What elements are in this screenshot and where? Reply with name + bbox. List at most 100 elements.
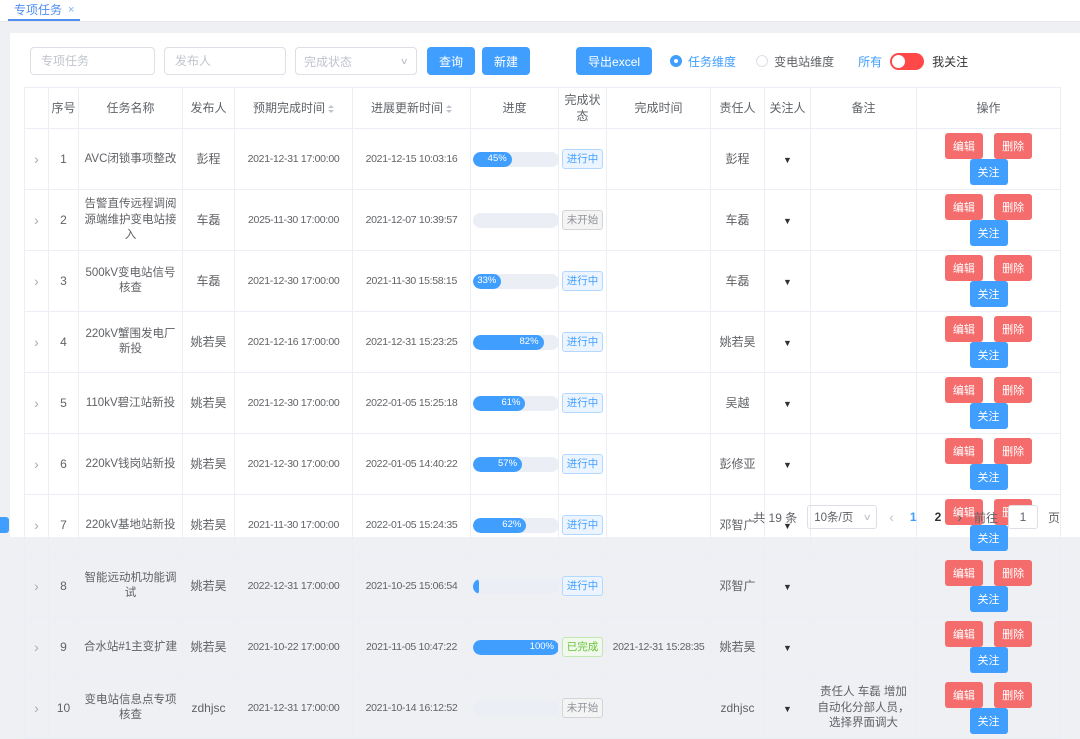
- expand-row-icon[interactable]: ›: [34, 700, 39, 716]
- follow-button[interactable]: 关注: [970, 708, 1008, 734]
- follow-button[interactable]: 关注: [970, 159, 1008, 185]
- follow-button[interactable]: 关注: [970, 342, 1008, 368]
- watchers-dropdown-caret[interactable]: ▼: [783, 277, 792, 287]
- follow-button[interactable]: 关注: [970, 647, 1008, 673]
- expand-row-icon[interactable]: ›: [34, 395, 39, 411]
- expand-row-icon[interactable]: ›: [34, 212, 39, 228]
- create-button[interactable]: 新建: [482, 47, 530, 75]
- progress-fill: 82%: [473, 335, 544, 350]
- progress-fill: 33%: [473, 274, 501, 289]
- progress-fill: 62%: [473, 518, 526, 533]
- table-row: › 5 110kV碧江站新投 姚若昊 2021-12-30 17:00:00 2…: [25, 373, 1061, 434]
- page-size-select[interactable]: 10条/页 ∨: [807, 505, 877, 529]
- delete-button[interactable]: 删除: [994, 377, 1032, 403]
- follow-button[interactable]: 关注: [970, 281, 1008, 307]
- edit-button[interactable]: 编辑: [945, 255, 983, 281]
- follow-button[interactable]: 关注: [970, 586, 1008, 612]
- page-number-2[interactable]: 2: [931, 510, 946, 524]
- sort-icon[interactable]: [446, 102, 452, 116]
- delete-button[interactable]: 删除: [994, 255, 1032, 281]
- edit-button[interactable]: 编辑: [945, 133, 983, 159]
- expand-row-icon[interactable]: ›: [34, 456, 39, 472]
- cell-remark: [811, 312, 917, 373]
- delete-button[interactable]: 删除: [994, 560, 1032, 586]
- cell-remark: [811, 373, 917, 434]
- delete-button[interactable]: 删除: [994, 438, 1032, 464]
- table-row: › 3 500kV变电站信号核查 车磊 2021-12-30 17:00:00 …: [25, 251, 1061, 312]
- cell-publisher: 姚若昊: [183, 373, 235, 434]
- cell-due-time: 2021-12-16 17:00:00: [235, 312, 353, 373]
- export-excel-button[interactable]: 导出excel: [576, 47, 652, 75]
- cell-publisher: 车磊: [183, 190, 235, 251]
- watchers-dropdown-caret[interactable]: ▼: [783, 460, 792, 470]
- progress-fill: 100%: [473, 640, 559, 655]
- publisher-input[interactable]: [164, 47, 286, 75]
- watchers-dropdown-caret[interactable]: ▼: [783, 155, 792, 165]
- cell-finish-time: [607, 190, 711, 251]
- goto-page-input[interactable]: [1008, 505, 1038, 529]
- watchers-dropdown-caret[interactable]: ▼: [783, 399, 792, 409]
- edit-button[interactable]: 编辑: [945, 377, 983, 403]
- next-page-icon[interactable]: ›: [955, 509, 964, 525]
- cell-task-name: 220kV基地站新投: [79, 495, 183, 556]
- header-watchers: 关注人: [765, 88, 811, 129]
- follow-button[interactable]: 关注: [970, 525, 1008, 551]
- radio-task-dimension[interactable]: 任务维度: [670, 53, 736, 70]
- corner-accent: [0, 517, 9, 533]
- watchers-dropdown-caret[interactable]: ▼: [783, 582, 792, 592]
- follow-toggle[interactable]: [890, 53, 924, 70]
- expand-row-icon[interactable]: ›: [34, 639, 39, 655]
- cell-owner: 姚若昊: [711, 312, 765, 373]
- expand-row-icon[interactable]: ›: [34, 334, 39, 350]
- follow-button[interactable]: 关注: [970, 464, 1008, 490]
- edit-button[interactable]: 编辑: [945, 438, 983, 464]
- page-number-1[interactable]: 1: [906, 510, 921, 524]
- delete-button[interactable]: 删除: [994, 194, 1032, 220]
- tab-label: 专项任务: [14, 1, 62, 18]
- cell-due-time: 2021-12-30 17:00:00: [235, 434, 353, 495]
- my-follow-label: 我关注: [932, 53, 968, 70]
- edit-button[interactable]: 编辑: [945, 560, 983, 586]
- expand-row-icon[interactable]: ›: [34, 578, 39, 594]
- watchers-dropdown-caret[interactable]: ▼: [783, 704, 792, 714]
- follow-button[interactable]: 关注: [970, 220, 1008, 246]
- progress-bar: [473, 701, 559, 716]
- delete-button[interactable]: 删除: [994, 316, 1032, 342]
- cell-due-time: 2021-12-31 17:00:00: [235, 129, 353, 190]
- cell-update-time: 2022-01-05 15:25:18: [353, 373, 471, 434]
- watchers-dropdown-caret[interactable]: ▼: [783, 643, 792, 653]
- watchers-dropdown-caret[interactable]: ▼: [783, 338, 792, 348]
- progress-bar: 100%: [473, 640, 559, 655]
- watchers-dropdown-caret[interactable]: ▼: [783, 216, 792, 226]
- cell-owner: 吴越: [711, 373, 765, 434]
- edit-button[interactable]: 编辑: [945, 316, 983, 342]
- delete-button[interactable]: 删除: [994, 621, 1032, 647]
- tab-close-icon[interactable]: ×: [68, 4, 74, 16]
- follow-button[interactable]: 关注: [970, 403, 1008, 429]
- progress-label: 61%: [501, 397, 520, 410]
- edit-button[interactable]: 编辑: [945, 682, 983, 708]
- expand-row-icon[interactable]: ›: [34, 151, 39, 167]
- edit-button[interactable]: 编辑: [945, 621, 983, 647]
- query-button[interactable]: 查询: [427, 47, 475, 75]
- table-row: › 6 220kV钱岗站新投 姚若昊 2021-12-30 17:00:00 2…: [25, 434, 1061, 495]
- task-name-input[interactable]: [30, 47, 155, 75]
- radio-substation-dimension[interactable]: 变电站维度: [756, 53, 834, 70]
- expand-row-icon[interactable]: ›: [34, 273, 39, 289]
- expand-row-icon[interactable]: ›: [34, 517, 39, 533]
- delete-button[interactable]: 删除: [994, 682, 1032, 708]
- cell-owner: 车磊: [711, 190, 765, 251]
- cell-finish-time: [607, 434, 711, 495]
- sort-icon[interactable]: [328, 102, 334, 116]
- table-row: › 2 告警直传远程调阅源端维护变电站接入 车磊 2025-11-30 17:0…: [25, 190, 1061, 251]
- cell-publisher: 姚若昊: [183, 312, 235, 373]
- edit-button[interactable]: 编辑: [945, 194, 983, 220]
- cell-update-time: 2021-10-25 15:06:54: [353, 556, 471, 617]
- radio-checked-icon: [670, 55, 682, 67]
- prev-page-icon[interactable]: ‹: [887, 509, 896, 525]
- tab-special-tasks[interactable]: 专项任务 ×: [8, 0, 80, 21]
- delete-button[interactable]: 删除: [994, 133, 1032, 159]
- header-progress: 进度: [471, 88, 559, 129]
- cell-finish-time: [607, 556, 711, 617]
- status-select[interactable]: 完成状态 ∨: [295, 47, 417, 75]
